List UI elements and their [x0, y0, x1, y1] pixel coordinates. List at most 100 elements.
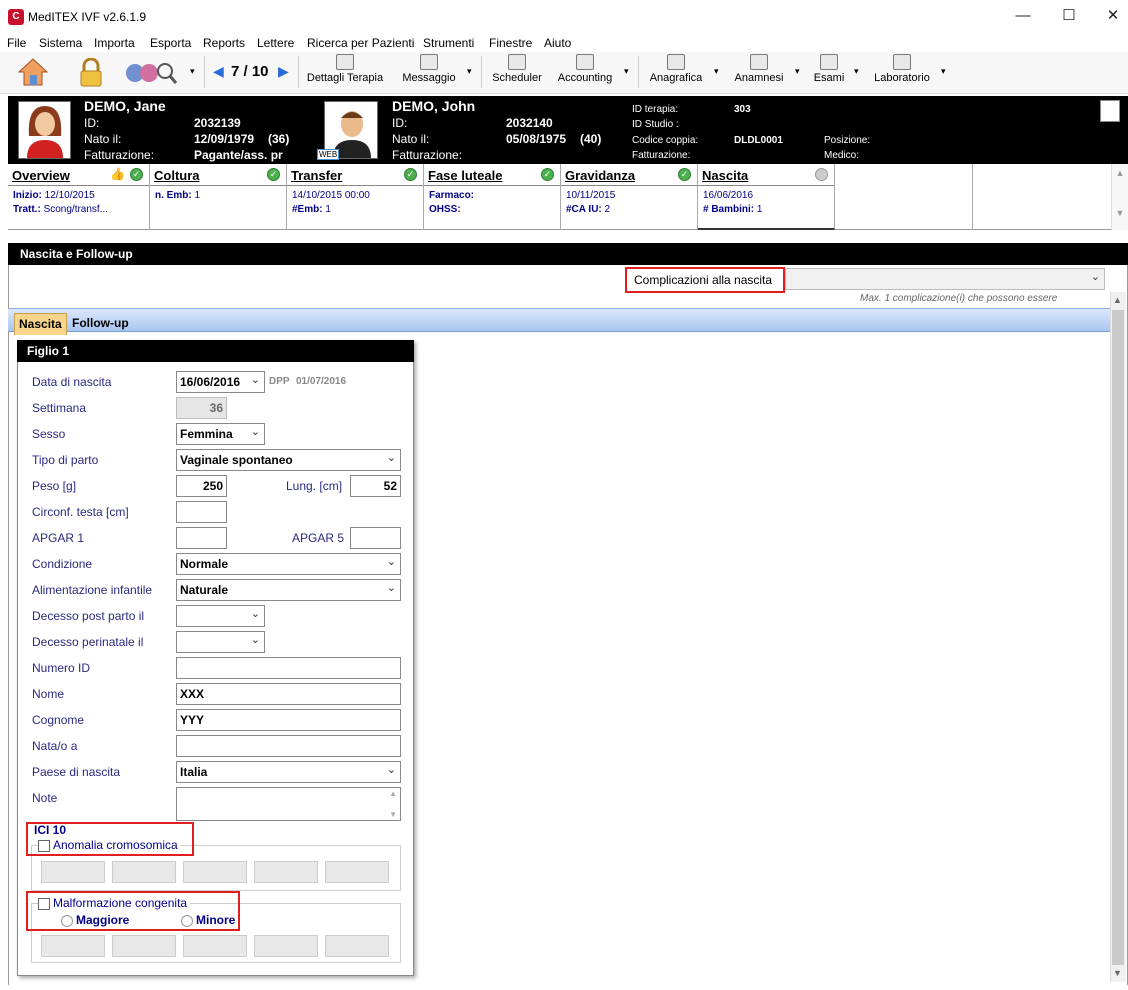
- icd-code-field[interactable]: [254, 861, 318, 883]
- menu-reports[interactable]: Reports: [203, 36, 245, 50]
- born-in-field[interactable]: [176, 735, 401, 757]
- menu-finestre[interactable]: Finestre: [489, 36, 532, 50]
- anamnesi-button[interactable]: Anamnesi: [730, 54, 788, 90]
- apgar1-field[interactable]: [176, 527, 227, 549]
- scheduler-button[interactable]: Scheduler: [488, 54, 546, 90]
- scroll-down-icon[interactable]: ▼: [1112, 208, 1128, 218]
- checkbox-icon: [38, 897, 50, 910]
- scroll-up-icon[interactable]: ▲: [1112, 168, 1128, 178]
- first-name-field[interactable]: XXX: [176, 683, 401, 705]
- stage-gravidanza[interactable]: Gravidanza ✓ 10/11/2015 #CA IU: 2: [561, 164, 698, 230]
- laboratorio-button[interactable]: Laboratorio: [870, 54, 934, 90]
- icd-code-field[interactable]: [325, 935, 389, 957]
- female-billing-label: Fatturazione:: [84, 148, 155, 162]
- scrollbar-thumb[interactable]: [1112, 310, 1124, 965]
- scroll-down-icon[interactable]: ▼: [1113, 968, 1122, 978]
- maximize-button[interactable]: ☐: [1046, 0, 1092, 32]
- prev-arrow-icon[interactable]: ◀: [213, 63, 224, 80]
- menu-aiuto[interactable]: Aiuto: [544, 36, 571, 50]
- female-age: (36): [268, 132, 290, 146]
- menu-strumenti[interactable]: Strumenti: [423, 36, 474, 50]
- laboratorio-dropdown-icon[interactable]: ▾: [941, 66, 946, 77]
- esami-button[interactable]: Esami: [811, 54, 847, 90]
- accounting-icon: [576, 54, 594, 70]
- birth-date-field[interactable]: 16/06/2016 ⌄: [176, 371, 265, 393]
- chevron-down-icon: ⌄: [386, 452, 396, 464]
- icd-code-field[interactable]: [325, 861, 389, 883]
- scroll-up-icon[interactable]: ▲: [1113, 295, 1122, 305]
- minor-radio[interactable]: Minore: [181, 913, 235, 927]
- anamnesi-dropdown-icon[interactable]: ▾: [795, 66, 800, 77]
- accounting-dropdown-icon[interactable]: ▾: [624, 66, 629, 77]
- icd-code-field[interactable]: [254, 935, 318, 957]
- apgar1-label: APGAR 1: [32, 531, 85, 545]
- menu-lettere[interactable]: Lettere: [257, 36, 294, 50]
- menu-esporta[interactable]: Esporta: [150, 36, 191, 50]
- death-peri-field[interactable]: ⌄: [176, 631, 265, 653]
- icd-code-field[interactable]: [41, 861, 105, 883]
- sex-select[interactable]: Femmina ⌄: [176, 423, 265, 445]
- stage-overview[interactable]: Overview 👍 ✓ Inizio: 12/10/2015 Tratt.: …: [8, 164, 150, 230]
- length-label: Lung. [cm]: [286, 479, 343, 493]
- home-icon[interactable]: [17, 56, 49, 88]
- message-button[interactable]: Messaggio: [398, 54, 460, 90]
- therapy-details-button[interactable]: Dettagli Terapia: [305, 54, 385, 90]
- close-button[interactable]: ✕: [1090, 0, 1128, 32]
- minimize-button[interactable]: —: [1000, 0, 1046, 32]
- anagrafica-button[interactable]: Anagrafica: [645, 54, 707, 90]
- icd-code-field[interactable]: [41, 935, 105, 957]
- stage-coltura[interactable]: Coltura ✓ n. Emb: 1: [150, 164, 287, 230]
- number-id-field[interactable]: [176, 657, 401, 679]
- complications-select[interactable]: ⌄: [785, 268, 1105, 290]
- stage-transfer[interactable]: Transfer ✓ 14/10/2015 00:00 #Emb: 1: [287, 164, 424, 230]
- patients-search-icon[interactable]: [123, 58, 179, 88]
- menu-file[interactable]: File: [7, 36, 26, 50]
- stage-value: 14/10/2015 00:00: [292, 190, 370, 201]
- feeding-select[interactable]: Naturale ⌄: [176, 579, 401, 601]
- stage-label: Tratt.:: [13, 204, 41, 215]
- stage-value: 16/06/2016: [703, 190, 754, 201]
- menu-importa[interactable]: Importa: [94, 36, 135, 50]
- death-post-field[interactable]: ⌄: [176, 605, 265, 627]
- scroll-down-icon[interactable]: ▼: [389, 810, 397, 819]
- chromosomal-anomaly-label: Anomalia cromosomica: [53, 838, 178, 852]
- length-field[interactable]: 52: [350, 475, 401, 497]
- stage-fase-luteale[interactable]: Fase luteale ✓ Farmaco: OHSS:: [424, 164, 561, 230]
- scroll-up-icon[interactable]: ▲: [389, 789, 397, 798]
- female-billing: Pagante/ass. pr: [194, 148, 283, 162]
- country-select[interactable]: Italia ⌄: [176, 761, 401, 783]
- condition-select[interactable]: Normale ⌄: [176, 553, 401, 575]
- major-radio[interactable]: Maggiore: [61, 913, 129, 927]
- child-panel-title: Figlio 1: [17, 340, 414, 362]
- chromosomal-anomaly-checkbox[interactable]: Anomalia cromosomica: [38, 838, 181, 852]
- icd-code-field[interactable]: [112, 861, 176, 883]
- separator: [638, 56, 639, 88]
- delivery-select[interactable]: Vaginale spontaneo ⌄: [176, 449, 401, 471]
- accounting-button[interactable]: Accounting: [553, 54, 617, 90]
- patients-dropdown-icon[interactable]: ▾: [190, 66, 195, 77]
- esami-dropdown-icon[interactable]: ▾: [854, 66, 859, 77]
- tab-follow-up[interactable]: Follow-up: [68, 313, 133, 335]
- document-icon[interactable]: [1100, 100, 1120, 122]
- lock-icon[interactable]: [78, 57, 104, 88]
- notes-textarea[interactable]: ▲ ▼: [176, 787, 401, 821]
- tab-nascita[interactable]: Nascita: [14, 313, 67, 335]
- stage-nascita[interactable]: Nascita 16/06/2016 # Bambini: 1: [698, 164, 835, 230]
- chevron-down-icon: ⌄: [1090, 271, 1100, 283]
- icd-code-field[interactable]: [183, 935, 247, 957]
- last-name-field[interactable]: YYY: [176, 709, 401, 731]
- head-circ-field[interactable]: [176, 501, 227, 523]
- male-id-label: ID:: [392, 116, 408, 130]
- stage-scrollbar[interactable]: ▲ ▼: [1111, 164, 1128, 230]
- menu-sistema[interactable]: Sistema: [39, 36, 82, 50]
- menu-ricerca[interactable]: Ricerca per Pazienti: [307, 36, 414, 50]
- anagrafica-dropdown-icon[interactable]: ▾: [714, 66, 719, 77]
- apgar5-field[interactable]: [350, 527, 401, 549]
- weight-field[interactable]: 250: [176, 475, 227, 497]
- icd-code-field[interactable]: [183, 861, 247, 883]
- calendar-icon: [508, 54, 526, 70]
- message-dropdown-icon[interactable]: ▾: [467, 66, 472, 77]
- malformation-checkbox[interactable]: Malformazione congenita: [38, 896, 191, 910]
- next-arrow-icon[interactable]: ▶: [278, 63, 289, 80]
- icd-code-field[interactable]: [112, 935, 176, 957]
